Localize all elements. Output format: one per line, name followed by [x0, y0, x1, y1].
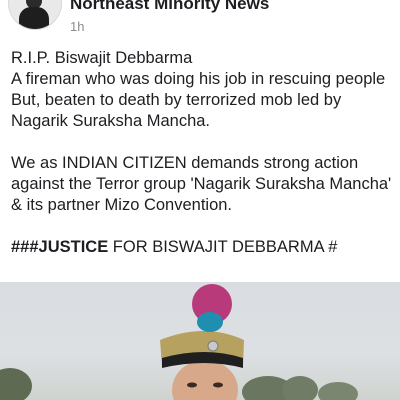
- post-body: R.I.P. Biswajit Debbarma A fireman who w…: [11, 48, 393, 258]
- post-line-beaten: But, beaten to death by terrorized mob l…: [11, 91, 342, 130]
- profile-avatar-icon[interactable]: [8, 0, 62, 30]
- post-timestamp[interactable]: 1h: [70, 19, 84, 34]
- justice-hashes: ###: [11, 238, 39, 256]
- post-line-demand: We as INDIAN CITIZEN demands strong acti…: [11, 154, 392, 214]
- cap-badge: [207, 340, 219, 352]
- justice-hashtag-line: ###JUSTICE FOR BISWAJIT DEBBARMA #: [11, 237, 393, 258]
- post-line-fireman: A fireman who was doing his job in rescu…: [11, 70, 386, 88]
- justice-bold-word: JUSTICE: [38, 238, 109, 256]
- justice-rest: FOR BISWAJIT DEBBARMA #: [108, 238, 338, 256]
- person-face: [172, 360, 238, 400]
- cap-plume-base: [197, 312, 223, 332]
- post-photo[interactable]: [0, 282, 400, 400]
- page-name-link[interactable]: Northeast Minority News: [70, 0, 269, 14]
- person-eye-right: [213, 382, 223, 388]
- tree-mid-2: [282, 376, 318, 400]
- post-header: Northeast Minority News 1h: [0, 0, 400, 40]
- photo-scene: [0, 284, 358, 400]
- tree-right: [318, 382, 358, 400]
- person-eye-left: [187, 382, 197, 388]
- post-line-rip: R.I.P. Biswajit Debbarma: [11, 49, 193, 67]
- tree-left: [0, 368, 32, 400]
- avatar-figure-body: [19, 7, 49, 29]
